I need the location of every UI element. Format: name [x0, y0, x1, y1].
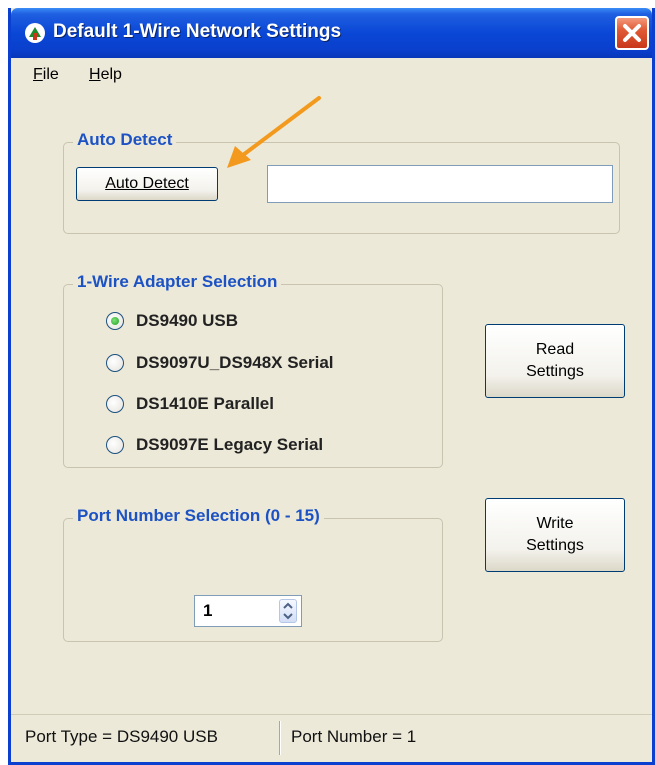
write-settings-button[interactable]: Write Settings — [485, 498, 625, 572]
menu-file-accelerator: F — [33, 66, 43, 83]
chevron-down-icon — [283, 613, 293, 620]
menu-file-label: ile — [42, 66, 59, 83]
window-title: Default 1-Wire Network Settings — [53, 21, 342, 42]
radio-label: DS9097U_DS948X Serial — [136, 353, 334, 372]
spin-up-button[interactable] — [280, 600, 296, 611]
spin-down-button[interactable] — [280, 611, 296, 622]
annotation-arrow-icon — [227, 96, 321, 168]
port-number-value: 1 — [203, 601, 213, 620]
menu-file[interactable]: File — [33, 66, 59, 84]
close-icon — [623, 24, 641, 42]
radio-label: DS1410E Parallel — [136, 394, 274, 413]
radio-label: DS9097E Legacy Serial — [136, 435, 324, 454]
read-settings-button[interactable]: Read Settings — [485, 324, 625, 398]
status-port-type: Port Type = DS9490 USB — [25, 727, 218, 746]
write-settings-line1: Write — [536, 515, 574, 532]
status-divider — [279, 721, 281, 755]
radio-option-ds9097e-legacy[interactable]: DS9097E Legacy Serial — [106, 433, 323, 457]
adapter-selection-group: 1-Wire Adapter Selection DS9490 USB DS90… — [63, 272, 443, 468]
radio-option-ds9490-usb[interactable]: DS9490 USB — [106, 309, 238, 333]
one-wire-app-icon — [25, 23, 45, 43]
status-bar: Port Type = DS9490 USB Port Number = 1 — [11, 714, 652, 762]
port-selection-legend: Port Number Selection (0 - 15) — [73, 506, 324, 526]
settings-window: Default 1-Wire Network Settings File Hel… — [8, 8, 655, 765]
close-button[interactable] — [615, 16, 649, 50]
radio-selected-dot — [111, 317, 119, 325]
title-bar[interactable]: Default 1-Wire Network Settings — [11, 8, 652, 58]
auto-detect-group: Auto Detect Auto Detect — [63, 130, 620, 234]
chevron-up-icon — [283, 602, 293, 609]
menu-help[interactable]: Help — [89, 66, 122, 84]
menu-help-label: elp — [100, 66, 122, 83]
radio-button[interactable] — [106, 395, 124, 413]
spinner-buttons[interactable] — [279, 599, 297, 623]
write-settings-line2: Settings — [526, 537, 584, 554]
radio-label: DS9490 USB — [136, 311, 239, 330]
radio-button[interactable] — [106, 354, 124, 372]
read-settings-line2: Settings — [526, 363, 584, 380]
menu-help-accelerator: H — [89, 66, 101, 83]
dialog-content: Auto Detect Auto Detect 1-Wire Adapter S… — [11, 94, 652, 714]
port-number-spinner[interactable]: 1 — [194, 595, 302, 627]
status-port-number: Port Number = 1 — [291, 727, 417, 746]
menu-bar: File Help — [11, 58, 652, 94]
auto-detect-legend: Auto Detect — [73, 130, 177, 150]
radio-button[interactable] — [106, 436, 124, 454]
port-selection-group: Port Number Selection (0 - 15) 1 — [63, 506, 443, 642]
radio-button[interactable] — [106, 312, 124, 330]
read-settings-line1: Read — [535, 341, 575, 358]
radio-option-ds9097u-serial[interactable]: DS9097U_DS948X Serial — [106, 351, 334, 375]
adapter-selection-legend: 1-Wire Adapter Selection — [73, 272, 282, 292]
auto-detect-button[interactable]: Auto Detect — [76, 167, 218, 201]
auto-detect-button-label: Auto Detect — [105, 175, 189, 192]
radio-option-ds1410e-parallel[interactable]: DS1410E Parallel — [106, 392, 274, 416]
